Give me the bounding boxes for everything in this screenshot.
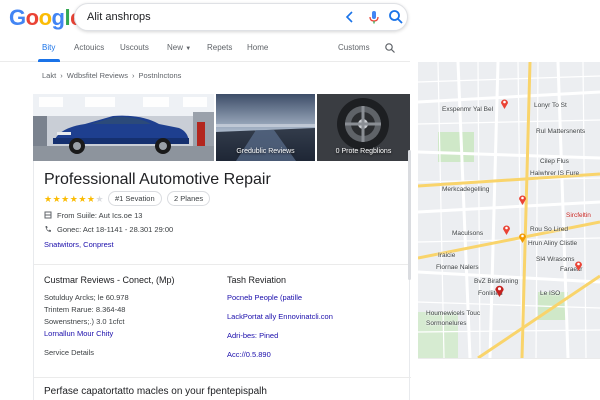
tab-home[interactable]: Home — [247, 43, 268, 52]
map-footer — [418, 358, 600, 400]
logo-letter: G — [9, 5, 26, 30]
photo-reviews[interactable]: Gredublic Reviews — [216, 94, 315, 161]
map-pin-icon[interactable] — [518, 232, 527, 243]
top-bar: Google Alit anshrops — [0, 0, 600, 36]
map-pin-icon[interactable] — [500, 98, 509, 109]
star-filled-icon: ★ — [44, 194, 53, 204]
map-pin-icon[interactable] — [518, 194, 527, 205]
star-filled-icon: ★ — [61, 194, 70, 204]
photo-gallery: Gredublic Reviews 0 Prote Regblions — [33, 94, 410, 161]
google-logo[interactable]: Google — [9, 5, 82, 31]
breadcrumb-separator: › — [131, 71, 135, 80]
map-pin-icon[interactable] — [502, 224, 511, 235]
map-label: Haiwhrer IS Fure — [530, 170, 580, 177]
scrollbar[interactable] — [408, 150, 411, 280]
detail-link[interactable]: Pocneb People (patille — [227, 292, 333, 304]
star-empty-icon: ★ — [95, 194, 105, 204]
breadcrumb-item[interactable]: Postnlnctons — [138, 71, 181, 80]
building-icon — [44, 211, 52, 219]
map-label: Lonyr To St — [534, 102, 567, 109]
section-title: Custmar Reviews - Conect, (Mp) — [44, 275, 175, 285]
tab-actouics[interactable]: Actouics — [74, 43, 104, 52]
map-label: Rul Mattersnents — [536, 128, 586, 135]
chevron-left-icon[interactable] — [341, 8, 359, 26]
map-panel[interactable]: Lonyr To St Exspenmr Yal Bel Rul Matters… — [418, 62, 600, 358]
breadcrumb: Lakt › Wdbsfitel Reviews › Postnlnctons — [42, 71, 181, 80]
map-label: Sl4 Wrasoms — [536, 256, 575, 263]
search-tabs: Bity Actouics Uscouts New ▼ Repets Home … — [0, 36, 410, 62]
detail-line: Sowenstners;.) 3.0 1cfct — [44, 317, 125, 326]
tab-bity[interactable]: Bity — [42, 43, 55, 52]
phone-row: Gonec: Act 18-1141 - 28.301 29:00 — [44, 225, 173, 234]
divider — [34, 264, 411, 265]
map-label: Houmewicels Touc — [426, 310, 481, 317]
photo-car-in-garage[interactable] — [33, 94, 214, 161]
search-input[interactable]: Alit anshrops — [87, 11, 151, 23]
customer-reviews-section: Custmar Reviews - Conect, (Mp) Sotulduy … — [44, 275, 175, 359]
detail-link[interactable]: LackPortat ally Ennovinatcli.con — [227, 311, 333, 323]
map-label: Rou So Lired — [530, 226, 568, 233]
breadcrumb-item[interactable]: Lakt — [42, 71, 56, 80]
tab-repets[interactable]: Repets — [207, 43, 232, 52]
logo-letter: g — [51, 5, 65, 30]
map-label: Sircfeltin — [566, 212, 591, 219]
logo-letter: o — [38, 5, 52, 30]
photo-caption: Gredublic Reviews — [236, 148, 295, 155]
map-label: Sormonelures — [426, 320, 467, 327]
bottom-heading: Perfase capatortatto macles on your fpen… — [44, 386, 267, 397]
active-tab-indicator — [38, 59, 60, 62]
search-icon[interactable] — [387, 8, 405, 26]
phone-icon — [45, 226, 51, 232]
detail-link[interactable]: Adri-bes: Pined — [227, 330, 333, 342]
service-details-label[interactable]: Service Details — [44, 347, 175, 359]
business-title: Professionall Automotive Repair — [44, 171, 271, 188]
selected-map-pin-icon[interactable] — [494, 284, 505, 297]
detail-line: Trintem Rarue: 8.364-48 — [44, 305, 126, 314]
tab-uscouts[interactable]: Uscouts — [120, 43, 149, 52]
tab-customs[interactable]: Customs — [338, 43, 370, 52]
map-label: Cilep Flus — [540, 158, 569, 165]
business-panel: Professionall Automotive Repair ★★★★★★★ … — [33, 161, 411, 400]
rating-chip[interactable]: #1 Sevation — [108, 191, 162, 206]
map-label: Iraicie — [438, 252, 456, 259]
photo-caption: 0 Prote Regblions — [335, 148, 392, 155]
map-label: Flornae Nalers — [436, 264, 479, 271]
tab-new[interactable]: New ▼ — [167, 43, 191, 52]
logo-letter: o — [25, 5, 39, 30]
breadcrumb-item[interactable]: Wdbsfitel Reviews — [67, 71, 128, 80]
star-rating: ★★★★★★★ — [44, 194, 104, 205]
map-pin-icon[interactable] — [574, 260, 583, 271]
business-link[interactable]: Snatwitors, Conprest — [44, 240, 114, 249]
section-title: Tash Reviation — [227, 275, 287, 285]
star-filled-icon: ★ — [52, 194, 62, 204]
map-label: Merkcadegelling — [442, 186, 490, 193]
microphone-icon[interactable] — [365, 8, 383, 26]
map-label: Maculsons — [452, 230, 484, 237]
address-row: From Suiile: Aut Ics.oe 13 — [44, 211, 142, 220]
photo-regulations[interactable]: 0 Prote Regblions — [317, 94, 410, 161]
search-box[interactable]: Alit anshrops — [74, 3, 408, 31]
detail-line: Sotulduy Arcks; le 60.978 — [44, 293, 129, 302]
reviation-section: Tash Reviation Pocneb People (patille La… — [227, 275, 333, 361]
tab-new-label: New — [167, 43, 184, 52]
star-filled-icon: ★ — [78, 194, 87, 204]
detail-link[interactable]: Lornallun Mour Chity — [44, 328, 175, 340]
map-label: Hrun Aliny Clistle — [528, 240, 578, 247]
category-chip[interactable]: 2 Planes — [167, 191, 211, 206]
detail-link[interactable]: Acc://0.5.890 — [227, 349, 333, 361]
map-label: Exspenmr Yal Bel — [442, 106, 494, 113]
map-label: Le ISO — [540, 290, 561, 297]
chevron-down-icon: ▼ — [185, 46, 192, 52]
search-icon[interactable] — [384, 42, 396, 54]
address-text: From Suiile: Aut Ics.oe 13 — [57, 211, 143, 220]
divider — [34, 377, 411, 378]
breadcrumb-separator: › — [60, 71, 63, 80]
phone-text: Gonec: Act 18-1141 - 28.301 29:00 — [57, 225, 174, 234]
